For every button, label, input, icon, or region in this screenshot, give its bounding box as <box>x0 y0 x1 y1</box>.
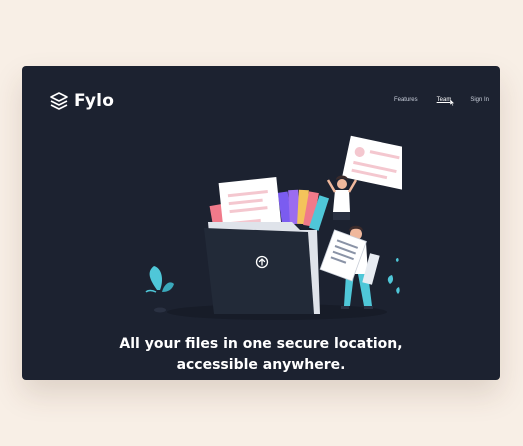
leaf-illustration <box>396 287 400 294</box>
person-bottom-illustration <box>319 225 380 309</box>
mouse-pointer-icon <box>450 99 456 106</box>
brand-name: Fylo <box>74 91 115 111</box>
plant-illustration <box>145 266 174 313</box>
folder-front <box>204 228 314 314</box>
leaf-illustration <box>395 258 399 262</box>
brand-logo[interactable]: Fylo <box>49 91 114 111</box>
hero-headline: All your files in one secure location, a… <box>22 334 500 376</box>
person-top-illustration <box>326 135 402 220</box>
top-nav: Features Team Sign In <box>394 97 489 106</box>
stacked-layers-icon <box>50 92 68 110</box>
leaf-illustration <box>387 275 394 284</box>
nav-link-team[interactable]: Team <box>436 97 456 106</box>
hero-card: Fylo Features Team Sign In All your file… <box>22 66 500 380</box>
nav-link-features[interactable]: Features <box>394 97 418 103</box>
hero-headline-line-1: All your files in one secure location, <box>119 336 403 352</box>
hero-headline-line-2: accessible anywhere. <box>176 357 346 373</box>
nav-link-sign-in[interactable]: Sign In <box>470 97 489 103</box>
hero-illustration <box>145 135 402 320</box>
nav-link-team-label: Team <box>436 97 452 103</box>
